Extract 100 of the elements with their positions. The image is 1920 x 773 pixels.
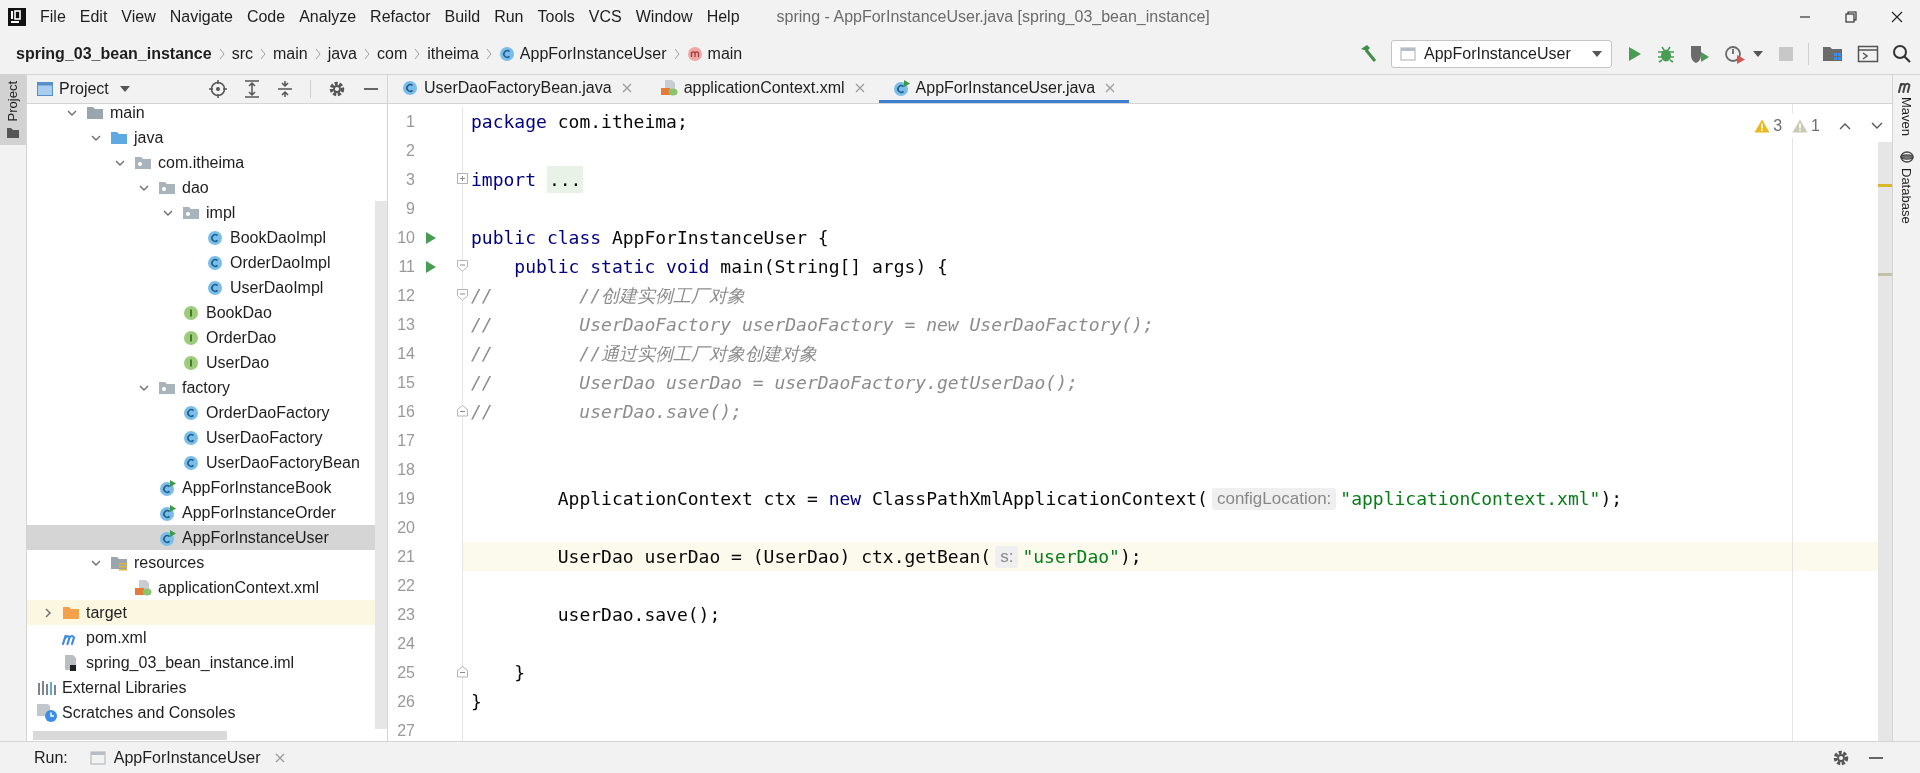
caret-icon[interactable] — [1752, 50, 1764, 58]
profiler-icon[interactable] — [1724, 44, 1746, 64]
tree-item[interactable]: pom.xml — [27, 625, 375, 650]
tree-item[interactable]: BookDaoImpl — [27, 225, 375, 250]
code-text: ClassPathXmlApplicationContext( — [872, 487, 1208, 511]
editor-tab[interactable]: applicationContext.xml — [645, 75, 879, 103]
fold-marker-icon[interactable] — [457, 289, 468, 301]
window-icon — [89, 750, 106, 765]
tool-window-button[interactable]: Maven — [1896, 81, 1917, 137]
menu-item[interactable]: Code — [239, 0, 293, 34]
menu-item[interactable]: Window — [628, 0, 700, 34]
breadcrumb-item[interactable]: spring_03_bean_instance — [16, 42, 212, 66]
menu-item[interactable]: Build — [437, 0, 488, 34]
class-icon — [498, 46, 515, 62]
line-number: 26 — [396, 691, 415, 712]
code-keyword: import — [471, 168, 537, 192]
tree-item[interactable]: AppForInstanceOrder — [27, 500, 375, 525]
tree-item[interactable]: OrderDaoFactory — [27, 400, 375, 425]
tree-item[interactable]: factory — [27, 375, 375, 400]
menu-item[interactable]: Analyze — [292, 0, 364, 34]
fold-marker-icon[interactable] — [457, 173, 468, 185]
folded-code[interactable]: ... — [546, 166, 584, 193]
chevron-right-icon — [363, 47, 371, 61]
terminal-window-icon[interactable] — [1857, 44, 1879, 64]
next-icon[interactable] — [1870, 121, 1884, 131]
warning-icon — [1792, 119, 1809, 133]
tool-window-button[interactable]: Database — [1896, 150, 1917, 224]
tree-item[interactable]: UserDaoFactory — [27, 425, 375, 450]
tree-item[interactable]: java — [27, 125, 375, 150]
tree-item[interactable]: com.itheima — [27, 150, 375, 175]
menu-item[interactable]: Navigate — [162, 0, 240, 34]
tree-item[interactable]: UserDaoImpl — [27, 275, 375, 300]
line-number: 1 — [405, 111, 415, 132]
breadcrumb-item[interactable]: itheima — [427, 42, 479, 66]
tree-item[interactable]: UserDao — [27, 350, 375, 375]
previous-icon[interactable] — [1838, 121, 1852, 131]
settings-icon[interactable] — [328, 80, 346, 98]
breadcrumb-item[interactable]: AppForInstanceUser — [498, 42, 667, 66]
weak-warning-count[interactable]: 1 — [1792, 114, 1820, 138]
project-tool-tab[interactable]: Project — [0, 75, 26, 146]
fold-marker-icon[interactable] — [457, 405, 468, 417]
line-number: 2 — [405, 140, 415, 161]
close-icon — [1891, 11, 1903, 23]
collapse-all-icon[interactable] — [277, 80, 293, 98]
menu-item[interactable]: Help — [699, 0, 747, 34]
tree-item[interactable]: External Libraries — [27, 675, 375, 700]
editor-tab[interactable]: UserDaoFactoryBean.java — [388, 75, 646, 103]
runnable-class-icon — [892, 79, 910, 96]
search-icon[interactable] — [1892, 44, 1912, 64]
project-structure-icon[interactable] — [1822, 44, 1844, 64]
run-icon[interactable] — [425, 230, 437, 245]
close-icon[interactable] — [274, 752, 285, 763]
menu-item[interactable]: VCS — [581, 0, 629, 34]
code-text: } — [514, 661, 526, 685]
coverage-icon[interactable] — [1689, 44, 1711, 64]
tree-item[interactable]: applicationContext.xml — [27, 575, 375, 600]
debug-bug-icon[interactable] — [1656, 44, 1676, 64]
menu-item[interactable]: Tools — [530, 0, 582, 34]
close-icon[interactable] — [1105, 82, 1116, 93]
tree-item[interactable]: target — [27, 600, 375, 625]
menu-item[interactable]: File — [33, 0, 73, 34]
settings-icon[interactable] — [1832, 748, 1850, 767]
tree-item[interactable]: impl — [27, 200, 375, 225]
tree-item[interactable]: dao — [27, 175, 375, 200]
menu-item[interactable]: View — [114, 0, 163, 34]
tree-item[interactable]: AppForInstanceBook — [27, 475, 375, 500]
breadcrumb-item[interactable]: src — [231, 42, 253, 66]
tree-item[interactable]: BookDao — [27, 300, 375, 325]
package-folder-icon — [134, 154, 152, 171]
folder-icon — [110, 129, 128, 146]
warning-count[interactable]: 3 — [1754, 114, 1783, 138]
tree-item[interactable]: resources — [27, 550, 375, 575]
scrollbar[interactable] — [33, 730, 227, 740]
code-comment: // UserDao userDao = userDaoFactory.getUserDao(); — [471, 371, 1078, 395]
tree-item[interactable]: AppForInstanceUser — [27, 525, 375, 550]
parameter-hint: s: — [995, 545, 1019, 568]
tree-item[interactable]: spring_03_bean_instance.iml — [27, 650, 375, 675]
breadcrumb-item[interactable]: main — [272, 42, 308, 66]
fold-marker-icon[interactable] — [457, 666, 468, 678]
tree-item[interactable]: main — [27, 100, 375, 125]
fold-marker-icon[interactable] — [457, 260, 468, 272]
close-icon[interactable] — [621, 82, 632, 93]
scrollbar[interactable] — [375, 201, 387, 729]
close-icon[interactable] — [854, 82, 865, 93]
menu-item[interactable]: Edit — [72, 0, 115, 34]
expand-all-icon[interactable] — [244, 80, 260, 98]
tree-item[interactable]: OrderDao — [27, 325, 375, 350]
tree-item[interactable]: Scratches and Consoles — [27, 700, 375, 725]
locate-icon[interactable] — [209, 80, 227, 98]
breadcrumb-item[interactable]: java — [327, 42, 357, 66]
menu-item[interactable]: Run — [487, 0, 531, 34]
tree-item[interactable]: OrderDaoImpl — [27, 250, 375, 275]
tree-item[interactable]: UserDaoFactoryBean — [27, 450, 375, 475]
app-logo-icon[interactable] — [8, 8, 26, 26]
menu-item[interactable]: Refactor — [363, 0, 438, 34]
breadcrumb-item[interactable]: com — [377, 42, 408, 66]
breadcrumb-item[interactable]: main — [686, 42, 743, 66]
run-icon[interactable] — [425, 259, 437, 274]
run-configuration-dropdown[interactable]: AppForInstanceUser — [1391, 40, 1612, 68]
run-tab[interactable]: AppForInstanceUser — [89, 745, 285, 770]
